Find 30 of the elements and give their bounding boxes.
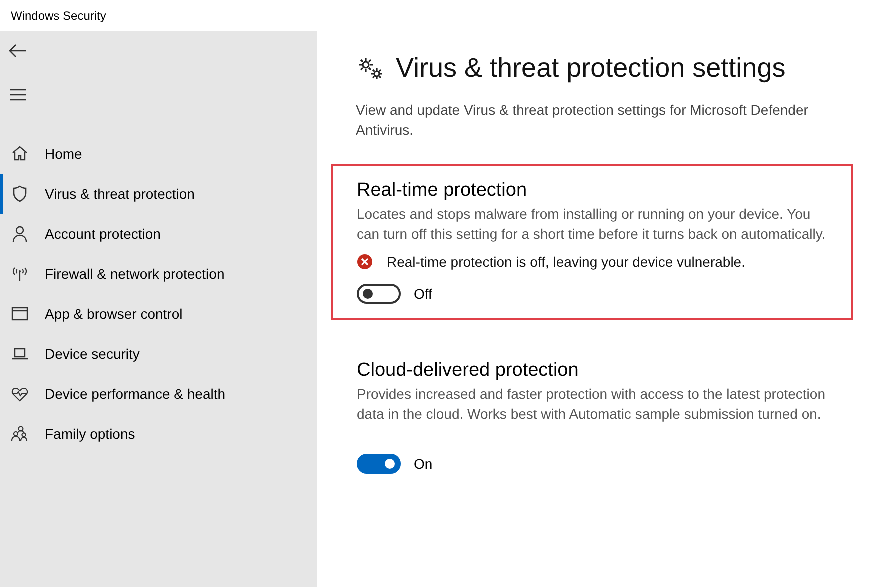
back-button[interactable] — [9, 42, 27, 60]
gear-icon — [358, 56, 384, 80]
antenna-icon — [11, 265, 29, 283]
window-title: Windows Security — [11, 8, 106, 22]
page-title: Virus & threat protection settings — [396, 53, 786, 84]
toggle-state-label: Off — [414, 286, 432, 302]
heart-icon — [11, 385, 29, 403]
nav-item[interactable]: Firewall & network protection — [0, 254, 317, 294]
section-title: Real-time protection — [357, 180, 528, 202]
family-icon — [11, 425, 29, 443]
alert-message: Real-time protection is off, leaving your device vulnerable. — [387, 254, 746, 270]
nav-item[interactable]: Device security — [0, 334, 317, 374]
home-icon — [11, 145, 29, 163]
nav-item[interactable]: Account protection — [0, 214, 317, 254]
page-description: View and update Virus & threat protection settings for Microsoft Defender Antivirus. — [356, 101, 810, 140]
error-icon — [357, 254, 373, 270]
window-icon — [11, 305, 29, 323]
toggle-switch[interactable] — [357, 454, 401, 474]
nav-item[interactable]: Family options — [0, 414, 317, 454]
nav-item[interactable]: App & browser control — [0, 294, 317, 334]
person-icon — [11, 225, 29, 243]
nav-item[interactable]: Virus & threat protection — [0, 174, 317, 214]
toggle-switch[interactable] — [357, 284, 401, 304]
section-title: Cloud-delivered protection — [357, 360, 580, 382]
shield-icon — [11, 185, 29, 203]
toggle-state-label: On — [414, 456, 433, 472]
nav-item[interactable]: Device performance & health — [0, 374, 317, 414]
section-description: Locates and stops malware from installing or running on your device. You can turn off this setting for a short time before it turns back on automatically. — [357, 205, 827, 244]
section-description: Provides increased and faster protection with access to the latest protection data in the cloud. Works best with Automatic sample submission turned on. — [357, 385, 826, 424]
nav-item[interactable]: Home — [0, 134, 317, 174]
